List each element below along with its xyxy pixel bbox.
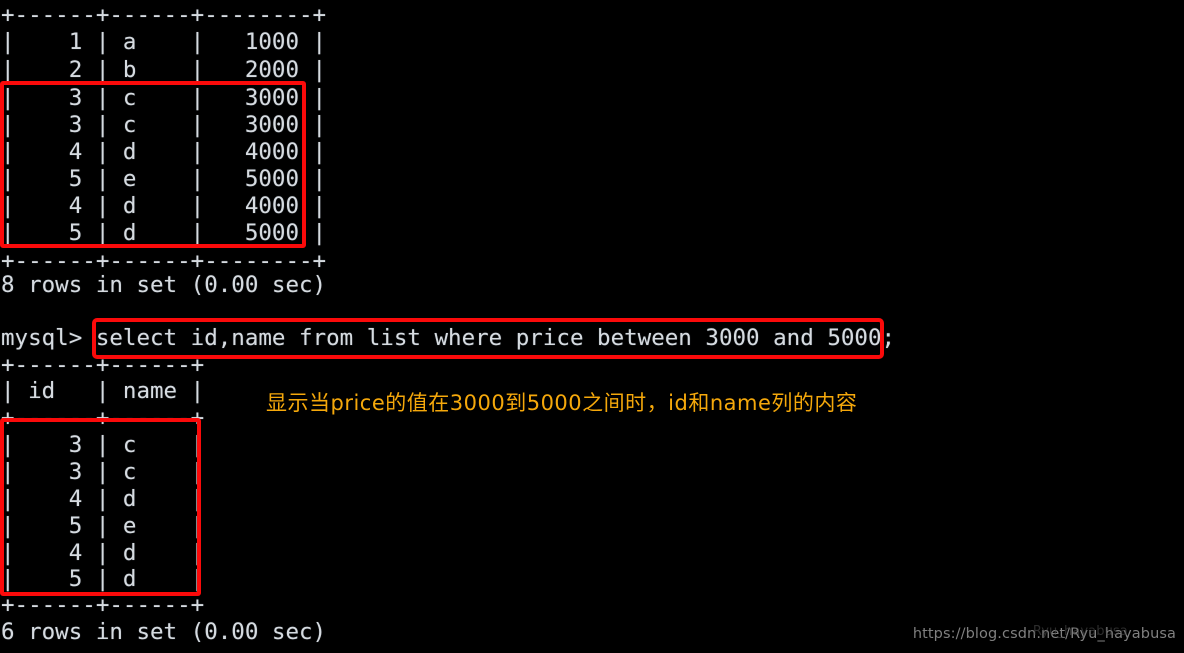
table-row: | 5 | d | 5000 | bbox=[1, 220, 327, 246]
sql-command-line[interactable]: mysql> select id,name from list where pr… bbox=[0, 325, 895, 353]
table-row: | 3 | c | 3000 | bbox=[1, 112, 327, 138]
status-row-count-first: 8 rows in set (0.00 sec) bbox=[1, 272, 327, 298]
table-separator-mid-2: +------+------+ bbox=[1, 405, 205, 431]
watermark-ghost: Ryu_hayabusa bbox=[1032, 624, 1128, 639]
table-row: | 3 | c | bbox=[1, 432, 205, 458]
table-row: | 4 | d | bbox=[1, 486, 205, 512]
table-row: | 5 | d | bbox=[1, 566, 205, 592]
status-row-count-second: 6 rows in set (0.00 sec) bbox=[1, 619, 327, 645]
table-header-row: | id | name | bbox=[1, 378, 205, 404]
table-row: | 4 | d | bbox=[1, 540, 205, 566]
table-row: | 4 | d | 4000 | bbox=[1, 139, 327, 165]
mysql-prompt: mysql> bbox=[1, 325, 96, 351]
watermark: https://blog.csdn.net/Ryu_hayabusa Ryu_ha… bbox=[913, 624, 1176, 642]
table-row: | 3 | c | bbox=[1, 459, 205, 485]
sql-query-text[interactable]: select id,name from list where price bet… bbox=[96, 325, 895, 351]
table-row: | 3 | c | 3000 | bbox=[1, 85, 327, 111]
table-row: | 5 | e | 5000 | bbox=[1, 166, 327, 192]
table-separator-top: +------+------+--------+ bbox=[1, 2, 327, 28]
annotation-note: 显示当price的值在3000到5000之间时，id和name列的内容 bbox=[266, 391, 858, 415]
table-row: | 2 | b | 2000 | bbox=[1, 57, 327, 83]
table-row: | 4 | d | 4000 | bbox=[1, 193, 327, 219]
table-row: | 5 | e | bbox=[1, 513, 205, 539]
terminal-window[interactable]: +------+------+--------+ | 1 | a | 1000 … bbox=[0, 0, 1184, 653]
table-separator-top-2: +------+------+ bbox=[1, 352, 205, 378]
table-separator-bottom-2: +------+------+ bbox=[1, 592, 205, 618]
table-row: | 1 | a | 1000 | bbox=[1, 29, 327, 55]
